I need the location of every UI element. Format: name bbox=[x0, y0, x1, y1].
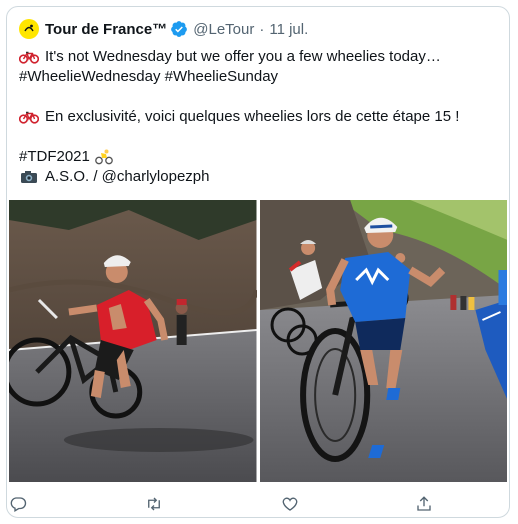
text-line-3: En exclusivité, voici quelques wheelies … bbox=[19, 107, 499, 127]
share-icon[interactable] bbox=[413, 493, 435, 515]
reply-icon[interactable] bbox=[7, 493, 29, 515]
photo-credit: A.S.O. / @charlylopezph bbox=[45, 168, 210, 185]
tour-de-france-logo-icon bbox=[21, 21, 37, 37]
author-name[interactable]: Tour de France™ bbox=[45, 21, 167, 38]
text-line-5: #TDF2021 bbox=[19, 147, 499, 167]
hashtag-tdf[interactable]: #TDF2021 bbox=[19, 147, 90, 167]
tweet-card[interactable]: Tour de France™ @LeTour · 11 jul. It's n… bbox=[6, 6, 510, 518]
camera-emoji-icon bbox=[19, 167, 39, 187]
text-line-6: A.S.O. / @charlylopezph bbox=[19, 167, 499, 187]
hashtags-line: #WheelieWednesday #WheelieSunday bbox=[19, 67, 499, 87]
bicycle-emoji-icon bbox=[19, 107, 39, 127]
tweet-actions bbox=[7, 493, 509, 515]
tweet-header: Tour de France™ @LeTour · 11 jul. bbox=[19, 17, 308, 41]
tweet-line-text: It's not Wednesday but we offer you a fe… bbox=[45, 48, 441, 65]
text-line-1: It's not Wednesday but we offer you a fe… bbox=[19, 47, 499, 67]
author-handle[interactable]: @LeTour bbox=[193, 21, 254, 38]
tweet-date[interactable]: 11 jul. bbox=[269, 21, 308, 38]
like-icon[interactable] bbox=[279, 493, 301, 515]
yellow-jersey-cyclist-emoji-icon bbox=[94, 147, 114, 167]
bicycle-emoji-icon bbox=[19, 47, 39, 67]
tweet-line-text: En exclusivité, voici quelques wheelies … bbox=[45, 108, 460, 125]
separator-dot: · bbox=[259, 20, 265, 38]
tweet-text: It's not Wednesday but we offer you a fe… bbox=[19, 47, 499, 187]
photo-wheelie-movistar-rider[interactable] bbox=[259, 200, 507, 482]
photo-wheelie-cofidis-rider[interactable] bbox=[9, 200, 257, 482]
tweet-media[interactable] bbox=[9, 200, 507, 482]
verified-badge-icon bbox=[170, 20, 188, 38]
hashtags[interactable]: #WheelieWednesday #WheelieSunday bbox=[19, 67, 278, 87]
avatar[interactable] bbox=[19, 19, 39, 39]
retweet-icon[interactable] bbox=[143, 493, 165, 515]
